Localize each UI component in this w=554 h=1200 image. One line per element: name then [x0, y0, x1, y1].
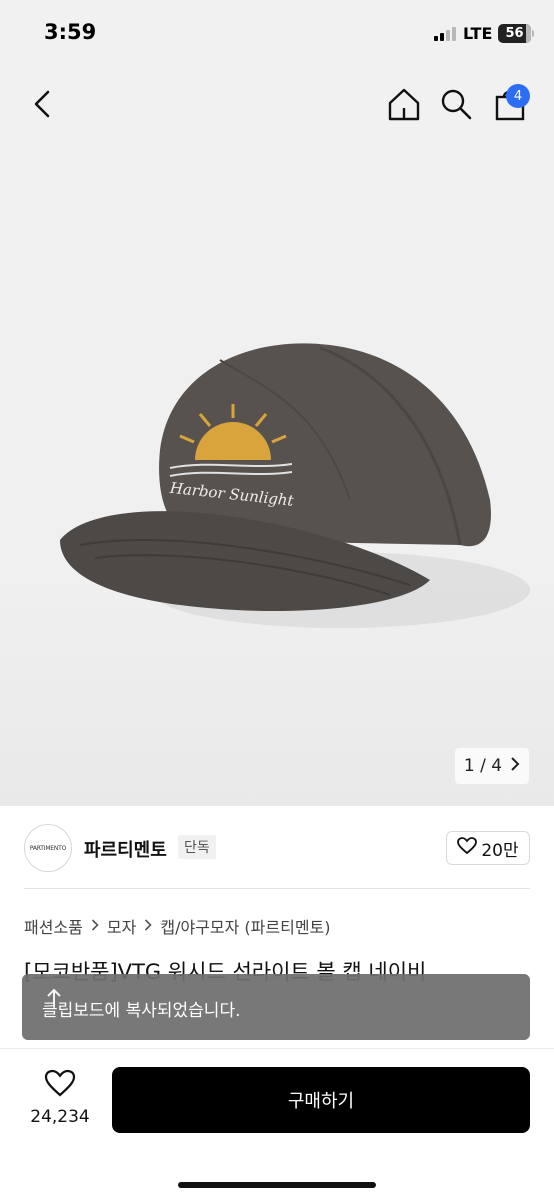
- battery-icon: 56: [498, 24, 531, 43]
- wishlist-button[interactable]: 24,234: [20, 1069, 100, 1129]
- heart-icon: [457, 836, 478, 860]
- status-time: 3:59: [44, 20, 97, 44]
- brand-row: PARTIMENTO 파르티멘토 단독 20만: [0, 806, 554, 890]
- signal-icon: [434, 27, 456, 41]
- buy-button[interactable]: 구매하기: [112, 1067, 530, 1133]
- chevron-right-icon: [91, 917, 99, 935]
- brand-logo[interactable]: PARTIMENTO: [24, 824, 72, 872]
- chevron-right-icon: [510, 756, 520, 776]
- heart-icon: [44, 1069, 76, 1101]
- chevron-right-icon: [144, 917, 152, 935]
- battery-level: 56: [505, 26, 524, 41]
- home-icon[interactable]: [386, 86, 422, 122]
- breadcrumb-item[interactable]: 캡/야구모자 (파르티멘토): [160, 914, 330, 938]
- cart-count-badge: 4: [506, 84, 530, 108]
- breadcrumb: 패션소품 모자 캡/야구모자 (파르티멘토): [24, 914, 331, 938]
- pager-text: 1 / 4: [463, 756, 503, 776]
- breadcrumb-item[interactable]: 모자: [107, 914, 136, 938]
- product-photo-cap: Harbor Sunlight: [60, 343, 530, 628]
- brand-like-button[interactable]: 20만: [446, 831, 530, 865]
- brand-logo-text: PARTIMENTO: [29, 844, 67, 852]
- network-label: LTE: [463, 24, 493, 43]
- share-icon[interactable]: [24, 980, 80, 1024]
- top-nav: [0, 64, 554, 144]
- wishlist-count: 24,234: [30, 1107, 90, 1127]
- bottom-bar: 24,234 구매하기: [0, 1048, 554, 1200]
- home-indicator: [178, 1182, 376, 1188]
- exclusive-badge: 단독: [178, 835, 216, 859]
- status-bar: 3:59 LTE 56: [0, 0, 554, 64]
- search-icon[interactable]: [438, 86, 474, 122]
- brand-like-count: 20만: [481, 840, 519, 861]
- breadcrumb-item[interactable]: 패션소품: [24, 914, 83, 938]
- divider: [24, 888, 530, 889]
- image-pager[interactable]: 1 / 4: [455, 748, 529, 784]
- back-icon[interactable]: [28, 86, 58, 122]
- clipboard-toast: 클립보드에 복사되었습니다.: [22, 974, 530, 1040]
- brand-name[interactable]: 파르티멘토: [84, 836, 167, 862]
